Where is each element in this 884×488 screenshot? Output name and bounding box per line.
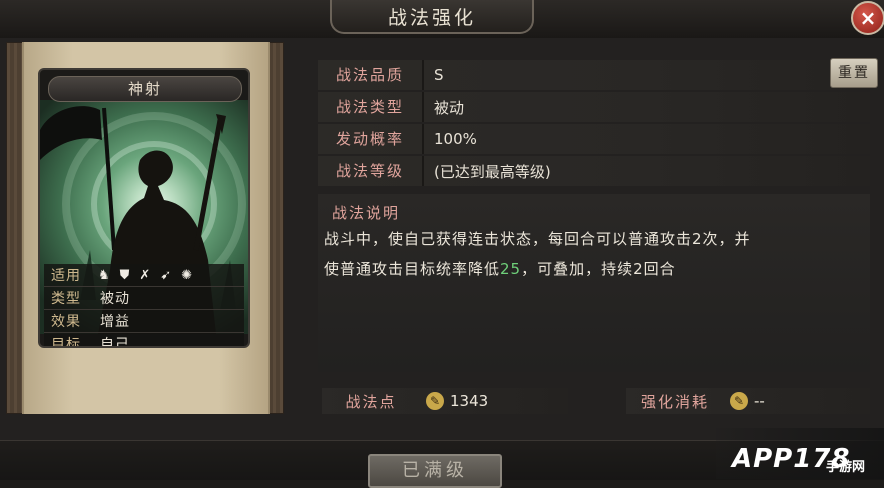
tactic-info: 战法品质 S 战法类型 被动 发动概率 100% 战法等级 (已达到最高等级) [318, 60, 870, 188]
type-label: 战法类型 [318, 92, 424, 122]
description-panel: 战法说明 战斗中，使自己获得连击状态，每回合可以普通攻击2次，并 使普通攻击目标… [318, 194, 870, 372]
card-row-arms: 适用 ♞ ⛊ ✗ ➹ ✺ [44, 264, 244, 287]
feather-icon: ✎ [730, 392, 748, 410]
quality-label: 战法品质 [318, 60, 424, 90]
level-row: 战法等级 (已达到最高等级) [318, 156, 870, 186]
description-text: ，可叠加，持续2回合 [521, 260, 676, 278]
rate-value: 100% [434, 130, 477, 148]
shield-icon: ⛊ [119, 267, 130, 283]
chariot-icon: ✺ [181, 267, 193, 283]
points-label: 战法点 [345, 392, 397, 411]
watermark-sub: 手游网 [826, 460, 866, 475]
card-key: 目标 [51, 337, 81, 348]
card-row-effect: 效果 增益 [44, 310, 244, 333]
reset-button[interactable]: 重置 [830, 58, 878, 88]
arms-icons: ♞ ⛊ ✗ ➹ ✺ [88, 268, 192, 283]
rate-row: 发动概率 100% [318, 124, 870, 154]
quality-row: 战法品质 S [318, 60, 870, 90]
upgrade-cost: 强化消耗 ✎ -- [626, 388, 870, 414]
card-value: 增益 [100, 314, 130, 330]
bow-icon: ✗ [139, 267, 151, 283]
card-key: 适用 [51, 268, 81, 284]
cavalry-icon: ♞ [98, 267, 110, 283]
tactic-card: 神射 适用 ♞ ⛊ ✗ ➹ ✺ 类型 被动 效果 增益 目标 自己 [38, 68, 250, 348]
card-row-target: 目标 自己 [44, 333, 244, 348]
description-number: 25 [500, 260, 522, 278]
card-key: 类型 [51, 291, 81, 307]
max-level-button[interactable]: 已满级 [368, 454, 502, 488]
spear-icon: ➹ [160, 267, 172, 283]
level-value: (已达到最高等级) [434, 162, 551, 181]
description-title: 战法说明 [332, 204, 401, 222]
tactic-name: 神射 [48, 76, 242, 102]
card-key: 效果 [51, 314, 81, 330]
cost-value: -- [754, 392, 765, 410]
description-line-1: 战斗中，使自己获得连击状态，每回合可以普通攻击2次，并 [324, 230, 751, 248]
points-value: 1343 [450, 392, 489, 410]
card-value: 自己 [100, 337, 130, 348]
card-value: 被动 [100, 291, 130, 307]
close-button[interactable]: × [851, 1, 884, 35]
card-row-type: 类型 被动 [44, 287, 244, 310]
card-attributes: 适用 ♞ ⛊ ✗ ➹ ✺ 类型 被动 效果 增益 目标 自己 [44, 264, 244, 348]
tactic-points: 战法点 ✎ 1343 [322, 388, 568, 414]
quality-value: S [434, 66, 444, 84]
feather-icon: ✎ [426, 392, 444, 410]
rate-label: 发动概率 [318, 124, 424, 154]
window-title: 战法强化 [330, 0, 534, 34]
type-value: 被动 [434, 98, 465, 117]
cost-label: 强化消耗 [640, 392, 709, 411]
level-label: 战法等级 [318, 156, 424, 186]
type-row: 战法类型 被动 [318, 92, 870, 122]
close-icon: × [859, 6, 877, 30]
description-text: 使普通攻击目标统率降低 [324, 260, 501, 278]
description-line-2: 使普通攻击目标统率降低25，可叠加，持续2回合 [324, 258, 676, 279]
